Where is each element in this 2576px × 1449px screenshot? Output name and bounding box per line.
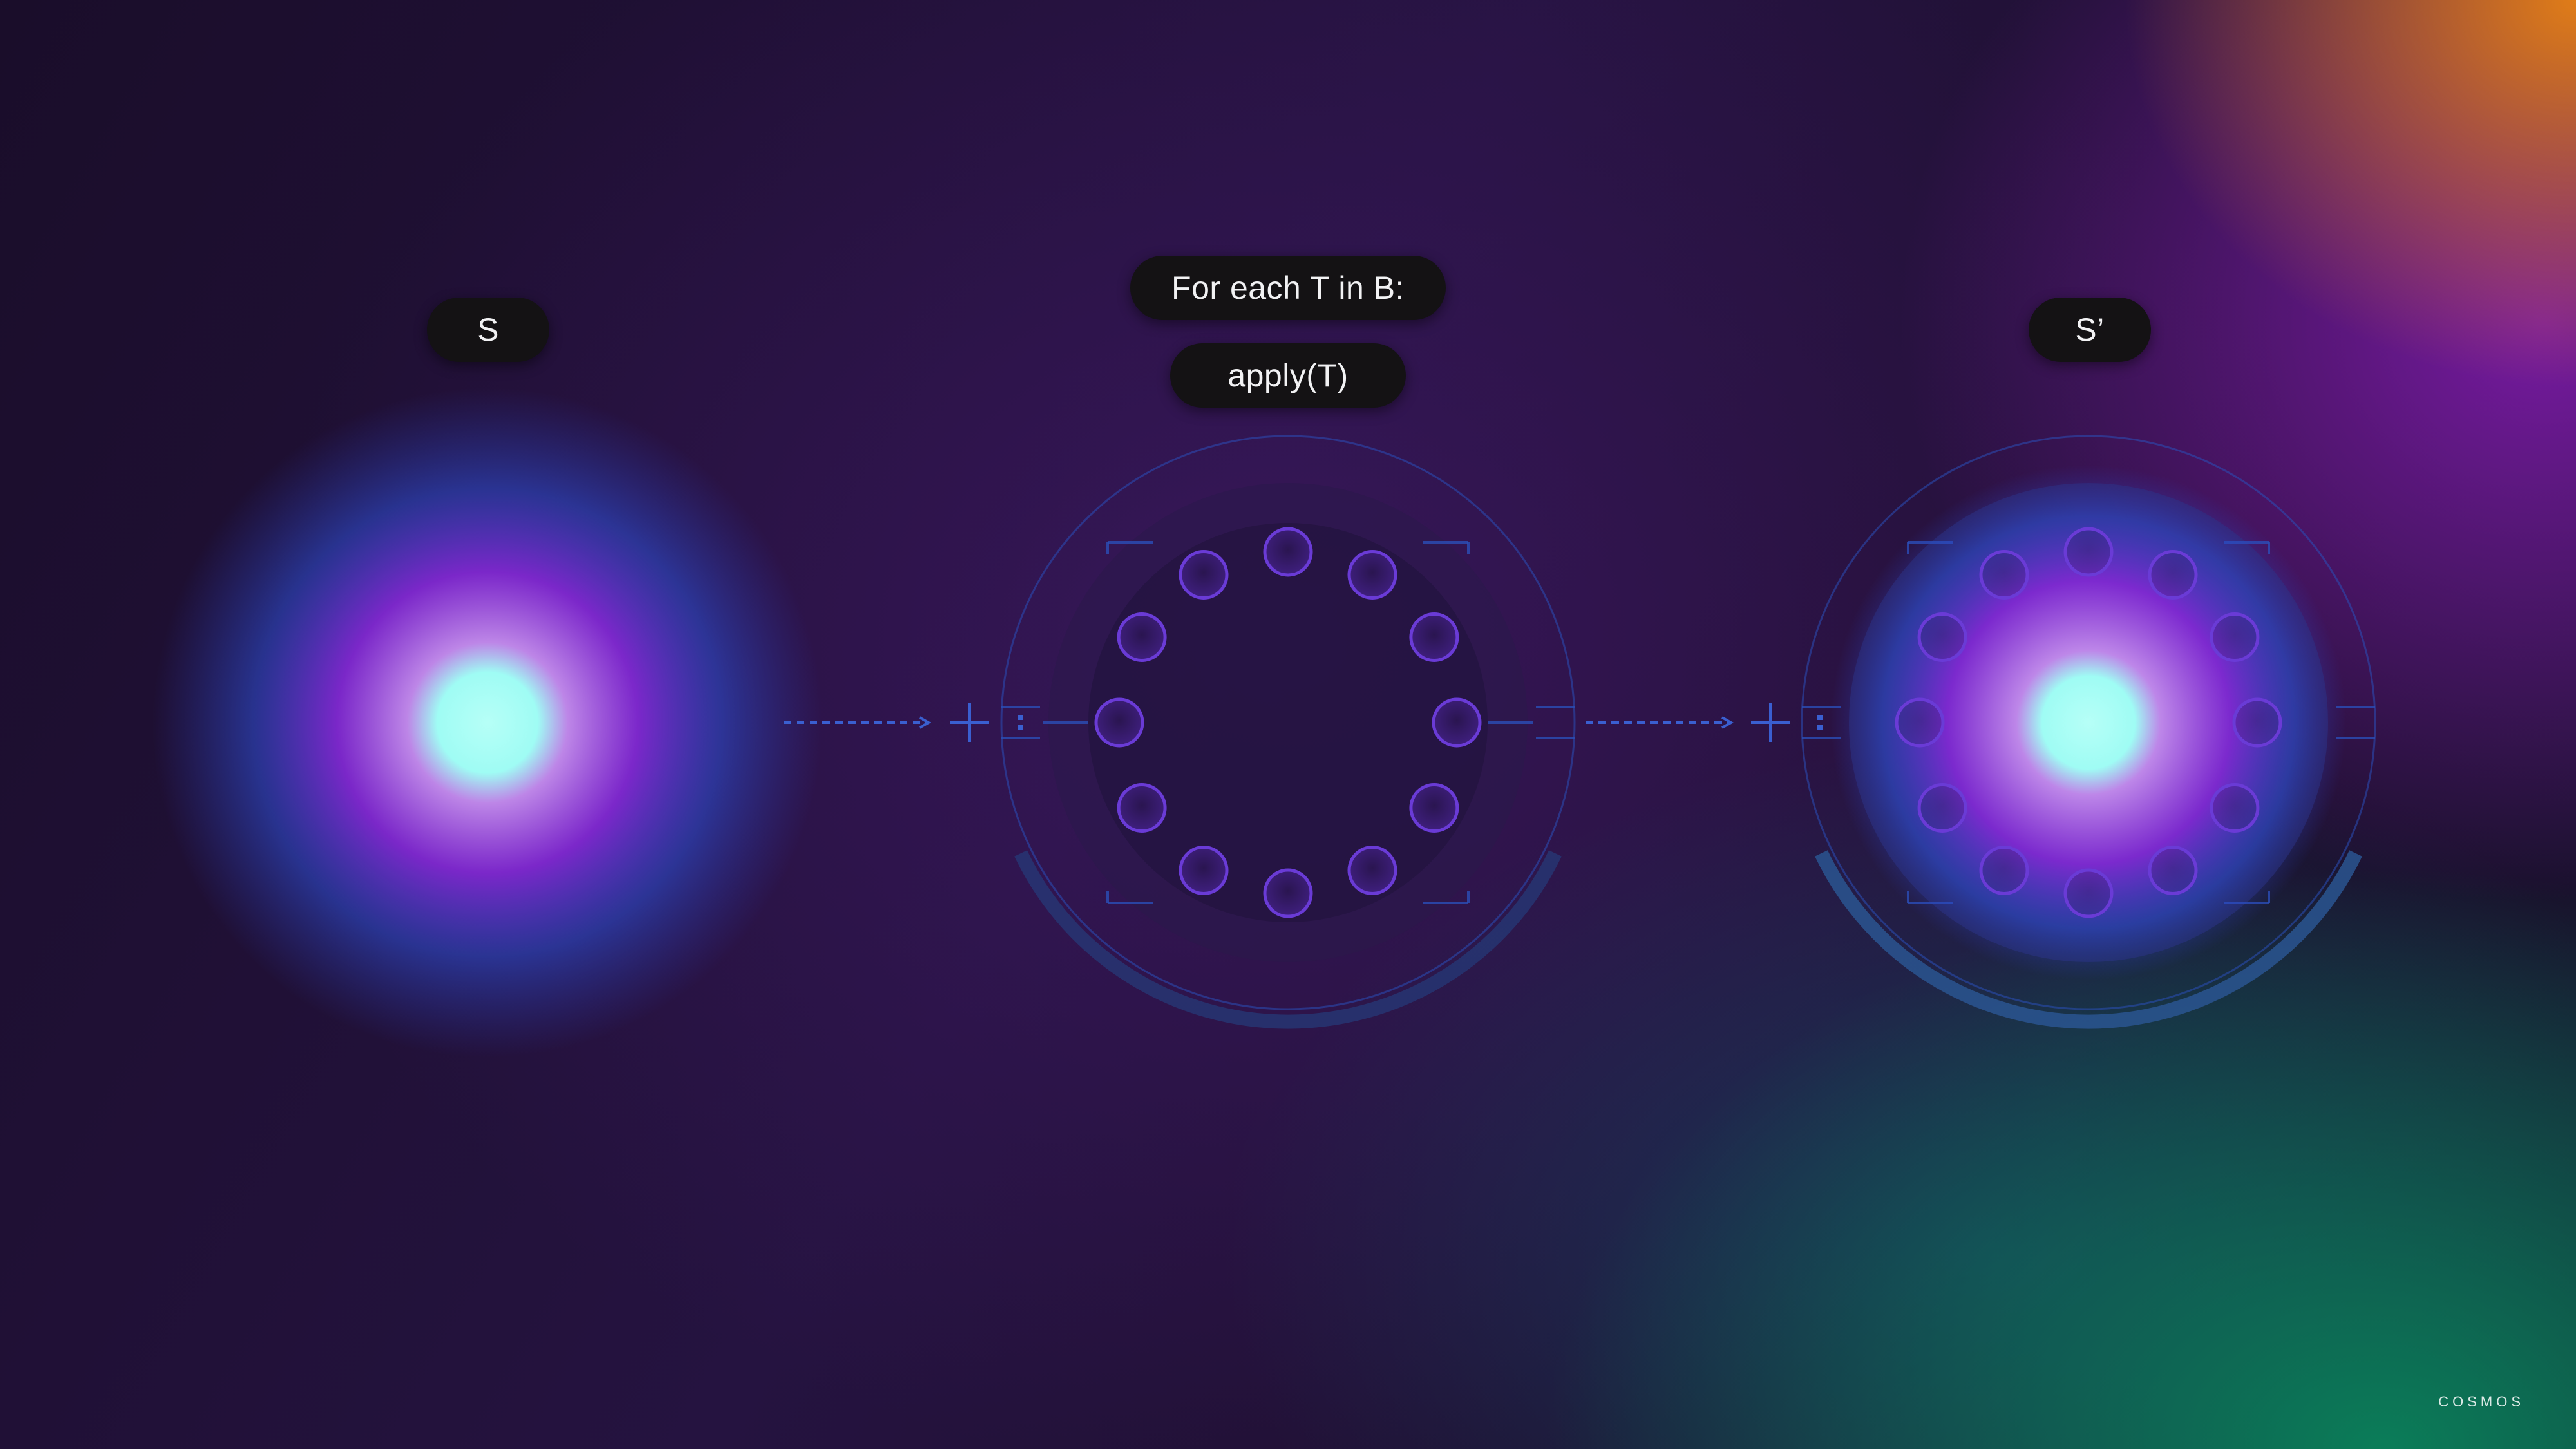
- crosshair-plus-icon: [1751, 703, 1823, 742]
- loop-header-label: For each T in B:: [1130, 256, 1446, 320]
- transaction-node: [2232, 697, 2282, 748]
- transaction-node: [1409, 612, 1459, 662]
- transaction-node: [2063, 868, 2114, 918]
- transaction-node: [1979, 550, 2029, 600]
- transaction-node: [2210, 783, 2260, 833]
- transaction-node: [1117, 783, 1167, 833]
- transaction-node: [2148, 550, 2198, 600]
- transaction-node: [1409, 783, 1459, 833]
- transaction-node: [1347, 550, 1397, 600]
- transaction-node: [1094, 697, 1144, 748]
- transaction-node: [2063, 527, 2114, 577]
- transaction-node: [1895, 697, 1945, 748]
- transaction-node: [1117, 612, 1167, 662]
- transaction-node: [1917, 612, 1967, 662]
- transaction-node: [1179, 845, 1229, 895]
- initial-state-glow: [153, 388, 822, 1057]
- loop-body-label: apply(T): [1170, 343, 1406, 408]
- transaction-node: [1917, 783, 1967, 833]
- crosshair-plus-icon: [950, 703, 1023, 742]
- transaction-node: [2148, 845, 2198, 895]
- block-transition-diagram: [153, 388, 2376, 1057]
- block-ring: [1000, 435, 1576, 1029]
- brand-logo: COSMOS: [2438, 1394, 2524, 1410]
- transaction-node: [1263, 868, 1313, 918]
- transaction-node: [1263, 527, 1313, 577]
- final-state-label: S’: [2029, 298, 2151, 362]
- transaction-node: [1432, 697, 1482, 748]
- transaction-node: [1179, 550, 1229, 600]
- transaction-node: [2210, 612, 2260, 662]
- dashed-arrow-icon: [1586, 716, 1734, 729]
- transaction-node: [1979, 845, 2029, 895]
- transaction-node: [1347, 845, 1397, 895]
- initial-state-label: S: [427, 298, 549, 362]
